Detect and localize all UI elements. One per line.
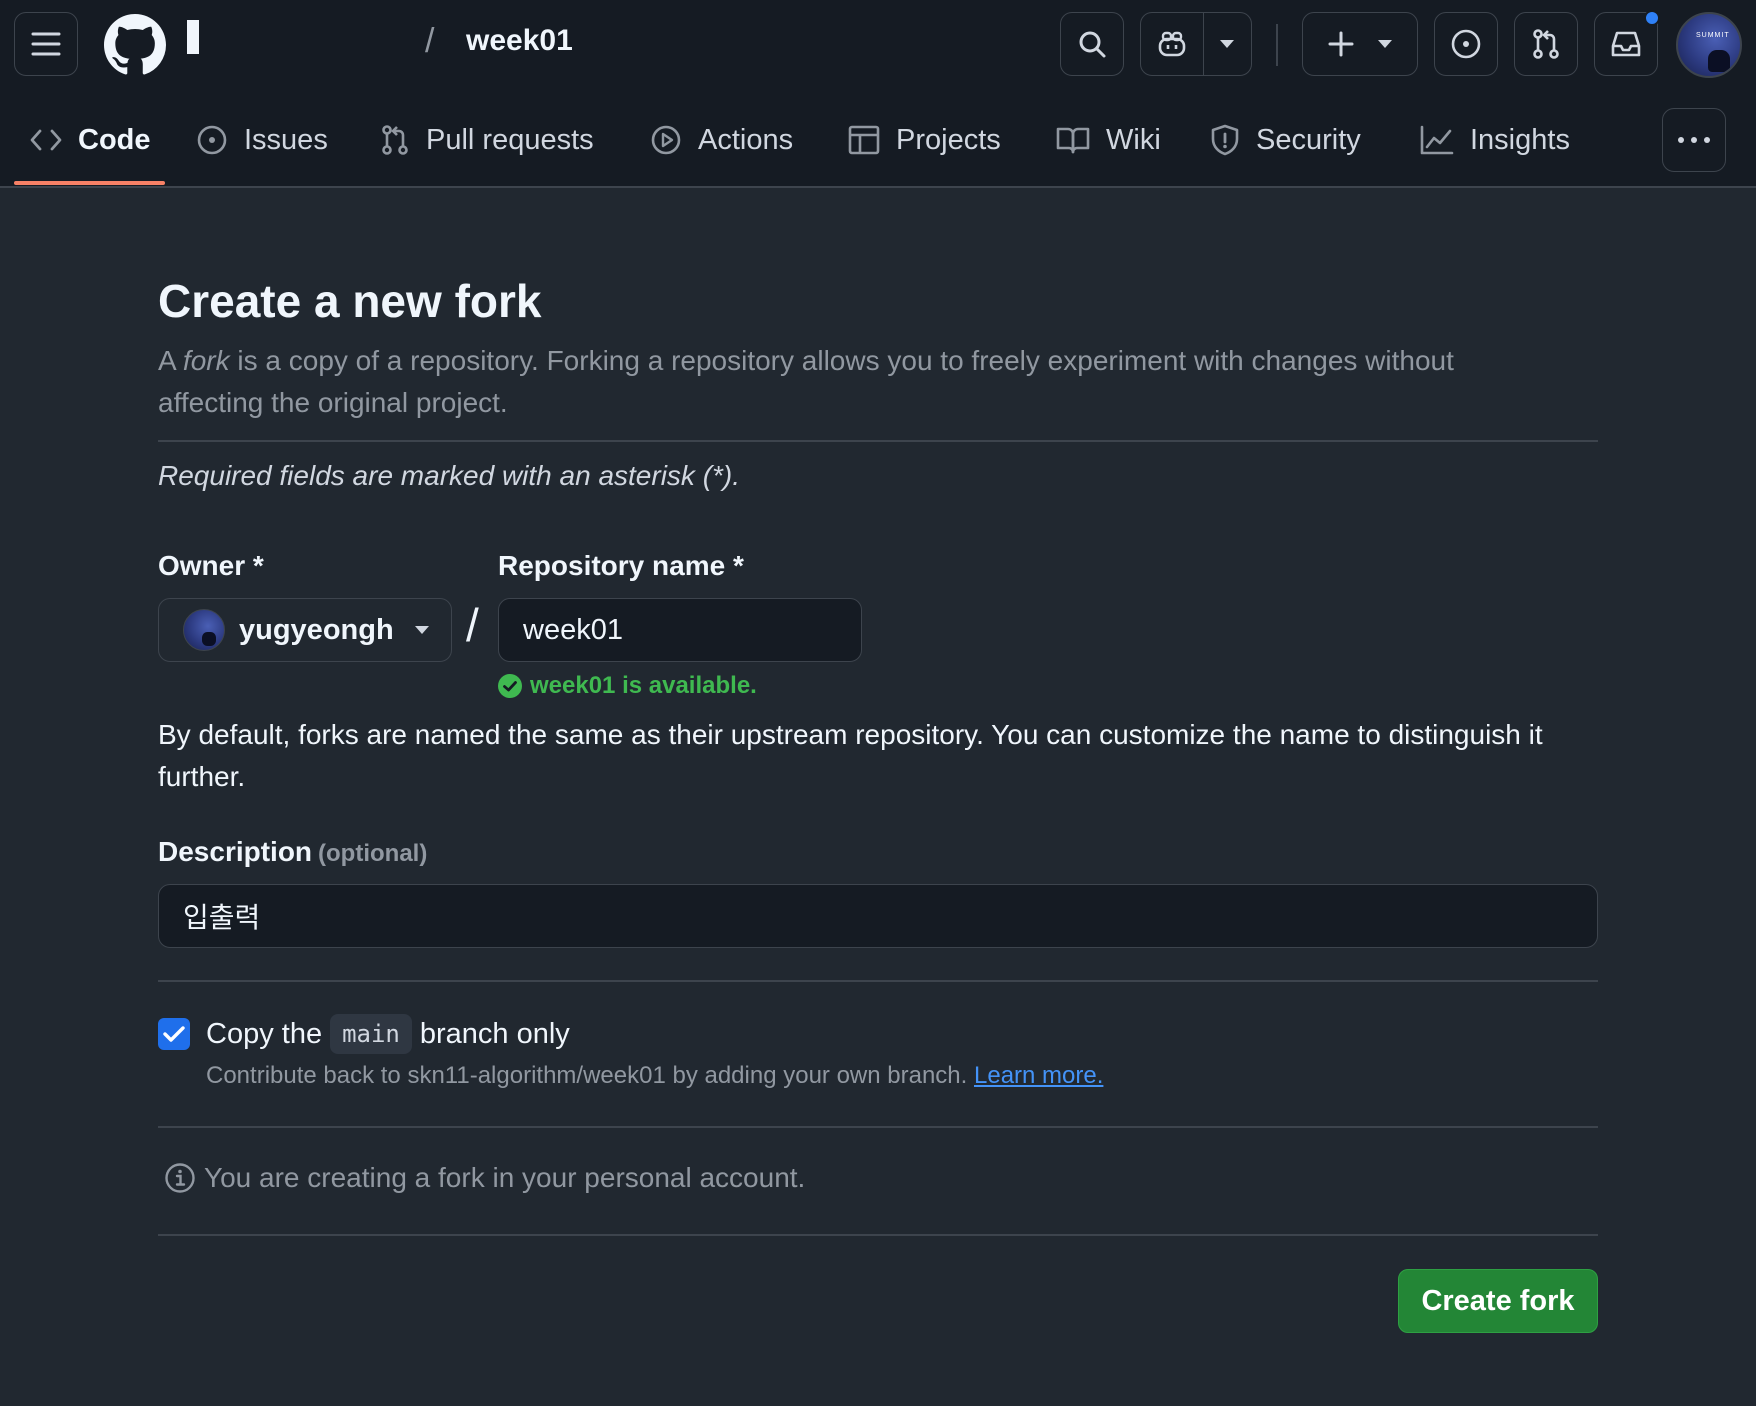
header-divider — [1276, 24, 1278, 66]
subtitle-text: is a copy of a repository. Forking a rep… — [158, 345, 1454, 418]
copilot-icon — [1158, 31, 1186, 57]
required-note: Required fields are marked with an aster… — [158, 460, 741, 491]
copy-main-branch-label[interactable]: Copy the main branch only — [206, 1014, 570, 1054]
default-name-note: By default, forks are named the same as … — [158, 719, 1543, 792]
menu-button[interactable] — [14, 12, 78, 76]
checkmark-icon — [163, 1026, 185, 1042]
page-title: Create a new fork — [158, 275, 542, 327]
pull-request-icon — [382, 125, 408, 155]
inbox-icon — [1611, 31, 1641, 57]
owner-avatar — [183, 609, 225, 651]
personal-note-text: You are creating a fork in your personal… — [204, 1162, 806, 1193]
owner-value: yugyeongh — [239, 613, 394, 646]
shield-icon — [1211, 124, 1239, 156]
tab-issues[interactable]: Issues — [196, 108, 328, 172]
tab-label: Security — [1256, 123, 1361, 156]
create-new-button[interactable] — [1302, 12, 1418, 76]
notification-dot — [1644, 10, 1660, 26]
tab-label: Insights — [1470, 123, 1570, 156]
issue-icon — [1451, 29, 1481, 59]
page-subtitle: A fork is a copy of a repository. Forkin… — [158, 340, 1558, 424]
contribute-text: Contribute back to skn11-algorithm/week0… — [206, 1062, 968, 1089]
active-tab-indicator — [14, 181, 165, 185]
tab-label: Code — [78, 123, 151, 156]
learn-more-link[interactable]: Learn more. — [974, 1062, 1103, 1089]
chevron-down-icon — [1378, 40, 1392, 48]
issues-button[interactable] — [1434, 12, 1498, 76]
description-label: Description (optional) — [158, 836, 427, 868]
copy-main-branch-option: Copy the main branch only — [158, 1014, 570, 1054]
tab-label: Pull requests — [426, 123, 594, 156]
issue-icon — [197, 125, 227, 155]
breadcrumb-repo-link[interactable]: week01 — [466, 24, 573, 58]
repo-nav-tabs: Code Issues Pull requests Actions Projec… — [0, 108, 1756, 188]
chevron-down-icon — [415, 626, 429, 634]
tab-label: Issues — [244, 123, 328, 156]
owner-select[interactable]: yugyeongh — [158, 598, 452, 662]
contribute-note: Contribute back to skn11-algorithm/week0… — [206, 1062, 1103, 1090]
subtitle-emphasis: fork — [182, 345, 230, 376]
tab-label: Wiki — [1106, 123, 1161, 156]
chevron-down-icon — [1220, 40, 1235, 48]
tab-security[interactable]: Security — [1210, 108, 1361, 172]
copilot-button[interactable] — [1141, 13, 1204, 75]
tab-code[interactable]: Code — [30, 108, 151, 172]
repo-name-label: Repository name * — [498, 550, 744, 581]
tab-projects[interactable]: Projects — [848, 108, 1001, 172]
kebab-horizontal-icon — [1678, 137, 1710, 143]
copy-main-branch-checkbox[interactable] — [158, 1018, 190, 1050]
copilot-button-group — [1140, 12, 1252, 76]
more-tabs-button[interactable] — [1662, 108, 1726, 172]
code-icon — [30, 129, 62, 151]
book-icon — [1056, 127, 1090, 154]
divider — [158, 440, 1598, 442]
text-cursor — [187, 20, 199, 54]
description-label-text: Description — [158, 836, 313, 867]
branch-name-chip: main — [330, 1014, 412, 1054]
play-icon — [651, 125, 681, 155]
availability-text: week01 is available. — [530, 672, 757, 699]
copilot-dropdown[interactable] — [1204, 13, 1251, 75]
divider — [158, 980, 1598, 982]
search-icon — [1079, 31, 1106, 58]
personal-account-note: You are creating a fork in your personal… — [164, 1162, 805, 1194]
subtitle-text: A — [158, 345, 176, 376]
search-button[interactable] — [1060, 12, 1124, 76]
global-header: / week01 SUMMIT Code Issues Pull request… — [0, 0, 1756, 188]
repo-name-input[interactable] — [498, 598, 862, 662]
info-icon — [165, 1163, 195, 1193]
table-icon — [848, 125, 880, 155]
create-fork-button[interactable]: Create fork — [1398, 1269, 1598, 1333]
breadcrumb-separator: / — [425, 22, 435, 60]
tab-label: Projects — [896, 123, 1001, 156]
tab-pull-requests[interactable]: Pull requests — [380, 108, 594, 172]
pull-request-icon — [1533, 29, 1559, 59]
divider — [158, 1234, 1598, 1236]
description-input[interactable] — [158, 884, 1598, 948]
owner-label: Owner * — [158, 550, 264, 581]
check-circle-icon — [498, 674, 522, 698]
owner-repo-separator: / — [466, 599, 479, 651]
github-logo[interactable] — [104, 14, 166, 76]
tab-insights[interactable]: Insights — [1420, 108, 1570, 172]
copy-prefix: Copy the — [206, 1017, 323, 1050]
avatar-text: SUMMIT — [1696, 32, 1730, 39]
tab-actions[interactable]: Actions — [650, 108, 793, 172]
plus-icon — [1328, 31, 1354, 57]
tab-wiki[interactable]: Wiki — [1056, 108, 1161, 172]
menu-icon — [31, 32, 61, 56]
copy-suffix: branch only — [419, 1017, 570, 1050]
graph-icon — [1420, 125, 1454, 155]
availability-status: week01 is available. — [498, 672, 757, 700]
optional-hint: (optional) — [318, 840, 428, 867]
user-avatar[interactable]: SUMMIT — [1676, 12, 1742, 78]
tab-label: Actions — [698, 123, 794, 156]
pull-requests-button[interactable] — [1514, 12, 1578, 76]
divider — [158, 1126, 1598, 1128]
